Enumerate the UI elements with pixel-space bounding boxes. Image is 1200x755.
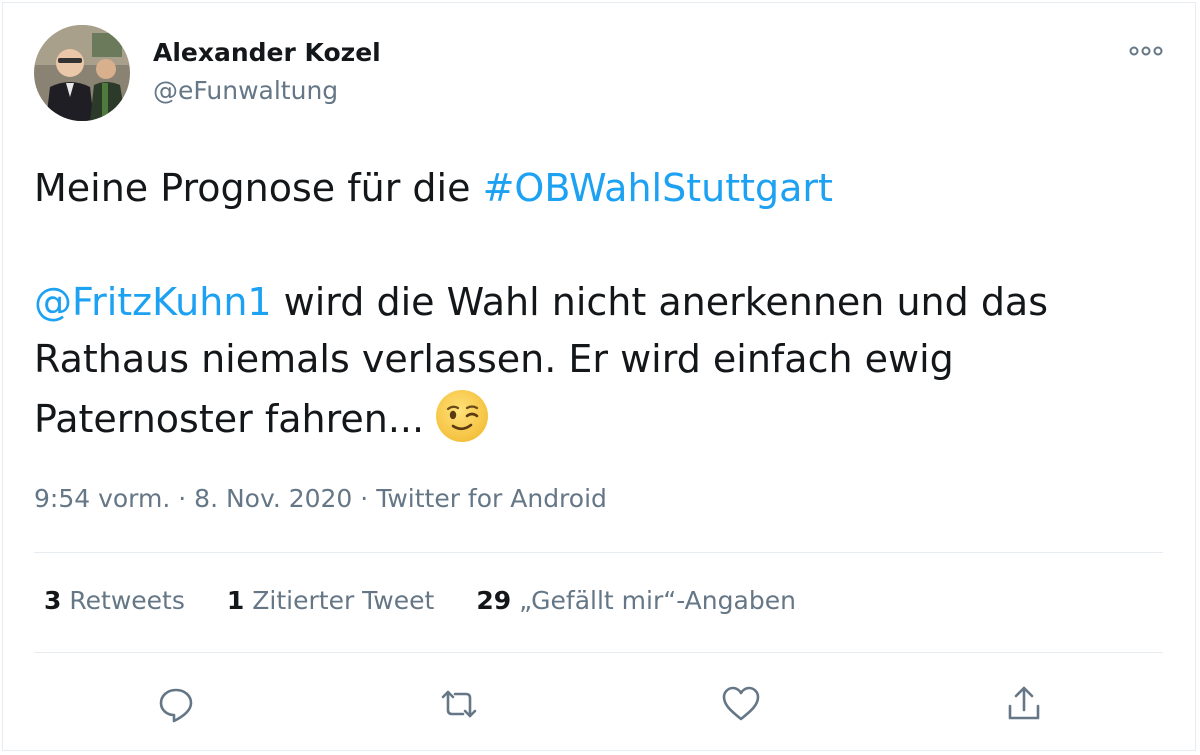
author-handle[interactable]: @eFunwaltung — [153, 76, 338, 105]
meta-separator: · — [352, 484, 377, 513]
share-icon — [1008, 686, 1040, 720]
author-name[interactable]: Alexander Kozel — [153, 38, 381, 67]
retweets-count: 3 — [44, 586, 62, 615]
tweet-time[interactable]: 9:54 vorm. — [34, 484, 170, 513]
reply-button[interactable] — [154, 682, 198, 726]
profile-photo-icon — [34, 25, 130, 121]
tweet-text: Meine Prognose für die #OBWahlStuttgart … — [34, 160, 1154, 448]
quotes-stat[interactable]: 1 Zitierter Tweet — [227, 586, 434, 615]
tweet-stats: 3 Retweets 1 Zitierter Tweet 29 „Gefällt mir“… — [44, 586, 838, 615]
tweet-date[interactable]: 8. Nov. 2020 — [194, 484, 352, 513]
hashtag-link[interactable]: #OBWahlStuttgart — [483, 166, 833, 210]
more-options-icon[interactable] — [1126, 42, 1166, 60]
avatar[interactable] — [34, 25, 130, 121]
retweets-stat[interactable]: 3 Retweets — [44, 586, 185, 615]
winking-face-emoji-icon — [434, 388, 490, 444]
tweet-source[interactable]: Twitter for Android — [376, 484, 607, 513]
likes-stat[interactable]: 29 „Gefällt mir“-Angaben — [476, 586, 796, 615]
divider — [34, 652, 1163, 653]
tweet-meta: 9:54 vorm. · 8. Nov. 2020 · Twitter for … — [34, 484, 607, 513]
divider — [34, 552, 1163, 553]
share-button[interactable] — [1002, 682, 1046, 726]
likes-count: 29 — [476, 586, 512, 615]
heart-icon — [722, 686, 760, 721]
retweet-icon — [441, 690, 477, 718]
quotes-label: Zitierter Tweet — [252, 586, 435, 615]
tweet-text-prefix: Meine Prognose für die — [34, 166, 483, 210]
tweet-line-1: Meine Prognose für die #OBWahlStuttgart — [34, 160, 1154, 217]
retweet-button[interactable] — [437, 682, 481, 726]
tweet-paragraph-2: @FritzKuhn1 wird die Wahl nicht anerkenn… — [34, 274, 1154, 448]
reply-icon — [159, 688, 193, 723]
like-button[interactable] — [719, 682, 763, 726]
meta-separator: · — [170, 484, 195, 513]
retweets-label: Retweets — [69, 586, 185, 615]
mention-link[interactable]: @FritzKuhn1 — [34, 280, 272, 324]
quotes-count: 1 — [226, 586, 245, 615]
likes-label: „Gefällt mir“-Angaben — [519, 586, 796, 615]
